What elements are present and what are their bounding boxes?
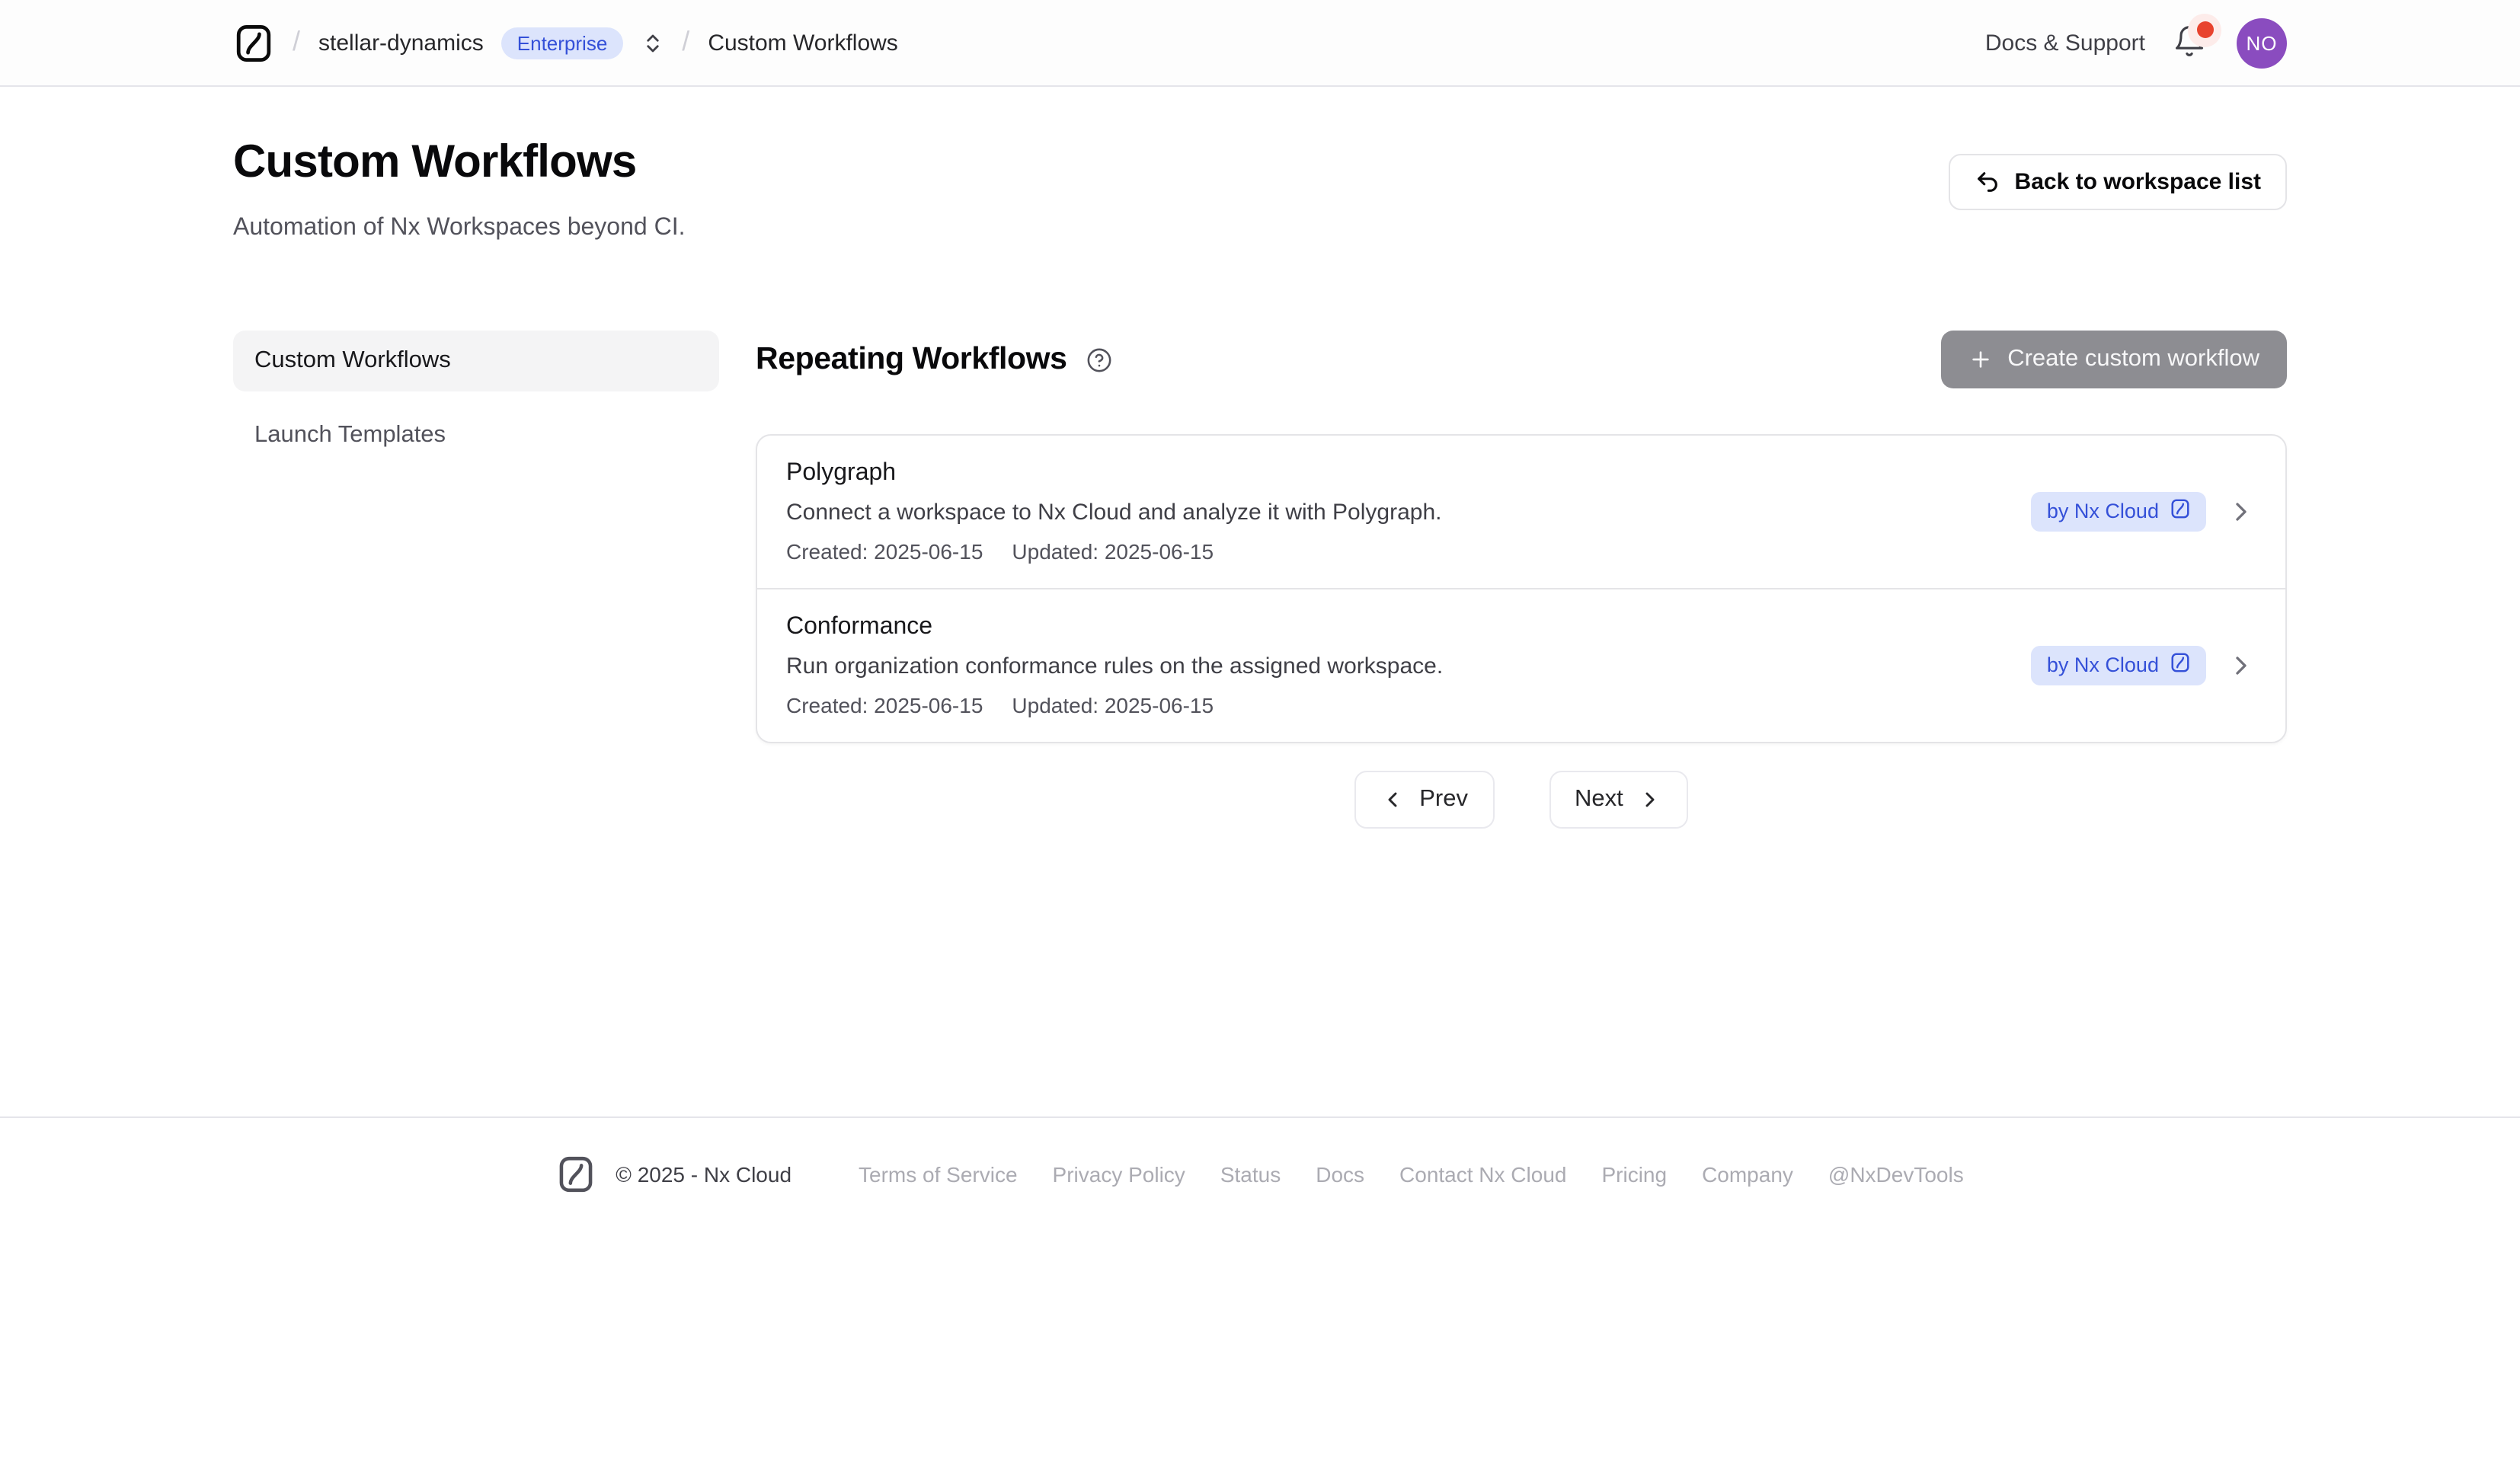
help-circle-icon[interactable]	[1087, 347, 1113, 372]
user-avatar[interactable]: NO	[2237, 18, 2287, 68]
back-button-label: Back to workspace list	[2015, 169, 2261, 195]
breadcrumb-workspace[interactable]: stellar-dynamics	[318, 30, 484, 56]
footer: © 2025 - Nx Cloud Terms of Service Privac…	[0, 1116, 2520, 1240]
section-title: Repeating Workflows	[756, 341, 1067, 378]
footer-link[interactable]: Company	[1702, 1162, 1793, 1187]
workflow-row-actions: by Nx Cloud	[2032, 645, 2256, 685]
chevron-right-icon	[1639, 787, 1663, 812]
workflow-created: Created: 2025-06-15	[786, 539, 983, 564]
by-nx-cloud-badge[interactable]: by Nx Cloud	[2032, 491, 2206, 532]
create-custom-workflow-button[interactable]: Create custom workflow	[1940, 331, 2287, 388]
next-page-button[interactable]: Next	[1549, 771, 1689, 829]
workflow-title: Conformance	[786, 614, 2032, 641]
by-nx-cloud-label: by Nx Cloud	[2047, 498, 2159, 525]
breadcrumb-page[interactable]: Custom Workflows	[708, 30, 898, 56]
prev-label: Prev	[1419, 786, 1468, 813]
workflow-dates: Created: 2025-06-15 Updated: 2025-06-15	[786, 539, 2032, 564]
workflow-description: Connect a workspace to Nx Cloud and anal…	[786, 500, 2032, 525]
nx-cloud-logo-icon[interactable]	[233, 22, 274, 63]
top-nav-bar: / stellar-dynamics Enterprise / Custom W…	[0, 0, 2520, 87]
breadcrumb: / stellar-dynamics Enterprise / Custom W…	[233, 22, 898, 63]
section-header: Repeating Workflows Create custom workfl…	[756, 331, 2287, 388]
chevron-right-icon[interactable]	[2226, 650, 2256, 681]
pagination: Prev Next	[756, 771, 2287, 829]
workflow-row-actions: by Nx Cloud	[2032, 491, 2256, 532]
notification-dot	[2197, 21, 2214, 38]
app-root: / stellar-dynamics Enterprise / Custom W…	[0, 0, 2520, 1479]
workflow-dates: Created: 2025-06-15 Updated: 2025-06-15	[786, 693, 2032, 717]
page-title-block: Custom Workflows Automation of Nx Worksp…	[233, 137, 685, 242]
workflow-list: Polygraph Connect a workspace to Nx Clou…	[756, 434, 2287, 743]
main-content: Repeating Workflows Create custom workfl…	[756, 331, 2287, 829]
page-subtitle: Automation of Nx Workspaces beyond CI.	[233, 215, 685, 242]
settings-sidebar: Custom Workflows Launch Templates	[233, 331, 719, 829]
page-header: Custom Workflows Automation of Nx Worksp…	[233, 87, 2287, 242]
breadcrumb-separator: /	[293, 25, 300, 57]
footer-link[interactable]: Pricing	[1601, 1162, 1667, 1187]
workspace-switcher-icon[interactable]	[641, 31, 664, 54]
workflow-info: Conformance Run organization conformance…	[786, 614, 2032, 717]
footer-link[interactable]: Terms of Service	[859, 1162, 1018, 1187]
by-nx-cloud-label: by Nx Cloud	[2047, 652, 2159, 679]
enterprise-badge: Enterprise	[502, 27, 623, 59]
next-label: Next	[1575, 786, 1623, 813]
footer-link[interactable]: Contact Nx Cloud	[1399, 1162, 1566, 1187]
undo-arrow-icon	[1975, 169, 2001, 195]
workflow-row[interactable]: Conformance Run organization conformance…	[757, 588, 2285, 742]
header-actions: Docs & Support NO	[1985, 18, 2287, 68]
footer-link[interactable]: Privacy Policy	[1053, 1162, 1185, 1187]
sidebar-item-launch-templates[interactable]: Launch Templates	[233, 405, 719, 466]
copyright-text: © 2025 - Nx Cloud	[616, 1162, 791, 1187]
chevron-left-icon	[1380, 787, 1404, 812]
docs-support-link[interactable]: Docs & Support	[1985, 30, 2145, 56]
prev-page-button[interactable]: Prev	[1354, 771, 1494, 829]
footer-link[interactable]: @NxDevTools	[1828, 1162, 1964, 1187]
footer-link[interactable]: Status	[1220, 1162, 1281, 1187]
back-to-workspace-list-button[interactable]: Back to workspace list	[1949, 154, 2287, 210]
nx-logo-icon	[2170, 651, 2191, 679]
breadcrumb-separator: /	[682, 25, 689, 57]
plus-icon	[1968, 347, 1992, 372]
footer-links: Terms of Service Privacy Policy Status Docs…	[859, 1162, 1964, 1187]
footer-link[interactable]: Docs	[1316, 1162, 1364, 1187]
workflow-info: Polygraph Connect a workspace to Nx Clou…	[786, 460, 2032, 564]
chevron-right-icon[interactable]	[2226, 497, 2256, 527]
create-button-label: Create custom workflow	[2007, 346, 2259, 373]
workflow-updated: Updated: 2025-06-15	[1012, 539, 1214, 564]
footer-brand: © 2025 - Nx Cloud	[556, 1155, 791, 1194]
workflow-row[interactable]: Polygraph Connect a workspace to Nx Clou…	[757, 436, 2285, 588]
workflow-title: Polygraph	[786, 460, 2032, 487]
nx-logo-icon	[556, 1155, 596, 1194]
page-title: Custom Workflows	[233, 137, 685, 189]
workflow-updated: Updated: 2025-06-15	[1012, 693, 1214, 717]
sidebar-item-custom-workflows[interactable]: Custom Workflows	[233, 331, 719, 391]
notifications-bell-icon[interactable]	[2173, 24, 2209, 61]
by-nx-cloud-badge[interactable]: by Nx Cloud	[2032, 645, 2206, 685]
workflow-created: Created: 2025-06-15	[786, 693, 983, 717]
nx-logo-icon	[2170, 497, 2191, 525]
workflow-description: Run organization conformance rules on th…	[786, 653, 2032, 679]
